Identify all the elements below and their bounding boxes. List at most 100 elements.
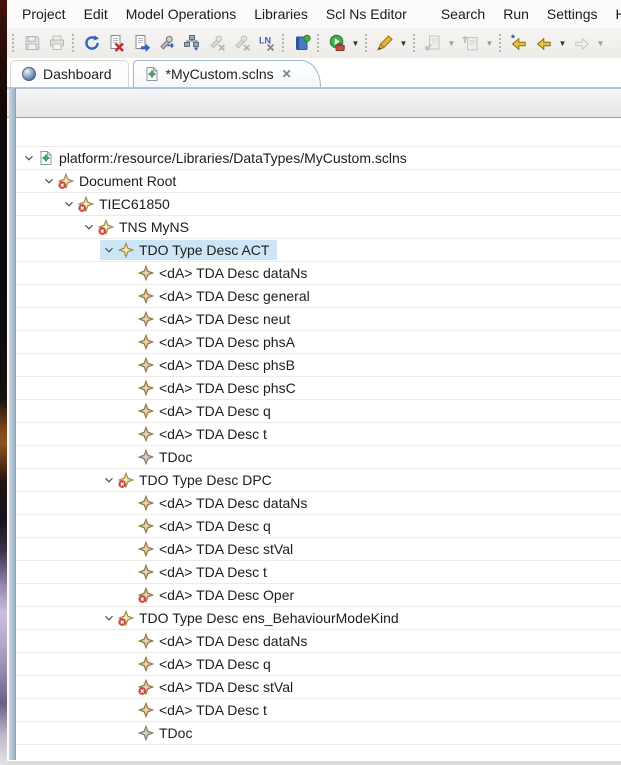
menu-item-project[interactable]: Project — [13, 6, 75, 22]
unload-file-button[interactable] — [104, 31, 129, 55]
tree-row[interactable]: TIEC61850 — [16, 193, 621, 216]
diamond-leaf-icon — [138, 334, 154, 350]
forward-button[interactable] — [569, 31, 594, 55]
update-tools-button[interactable] — [154, 31, 179, 55]
wrench-arrows-icon — [158, 34, 176, 52]
tree-row-label: <dA> TDA Desc q — [159, 403, 271, 419]
reload-button[interactable] — [79, 31, 104, 55]
print-button[interactable] — [44, 31, 69, 55]
menu-item-edit[interactable]: Edit — [75, 6, 117, 22]
tree-row-label: TNS MyNS — [119, 219, 189, 235]
chevron-placeholder — [120, 633, 138, 649]
tree-row[interactable]: TDoc — [16, 446, 621, 469]
tree-row[interactable]: <dA> TDA Desc dataNs — [16, 492, 621, 515]
tab-mycustom-sclns[interactable]: *MyCustom.sclns ✕ — [133, 60, 321, 87]
menu-bar: ProjectEditModel OperationsLibrariesScl … — [7, 0, 621, 28]
toolbar-separator — [71, 33, 75, 53]
menu-item-scl-ns-editor[interactable]: Scl Ns Editor — [317, 6, 416, 22]
close-icon[interactable]: ✕ — [282, 68, 292, 80]
run-button[interactable] — [324, 31, 349, 55]
chevron-placeholder — [120, 357, 138, 373]
tool-remove-button-2[interactable] — [229, 31, 254, 55]
tree-row[interactable]: <dA> TDA Desc stVal — [16, 538, 621, 561]
tab-dashboard[interactable]: Dashboard — [10, 60, 129, 87]
run-menu-arrow[interactable]: ▼ — [349, 31, 362, 55]
tree-row-inner: <dA> TDA Desc t — [120, 700, 275, 720]
tree-row[interactable]: <dA> TDA Desc t — [16, 423, 621, 446]
menu-item-help[interactable]: Help — [606, 6, 621, 22]
tree-row-label: TDO Type Desc ens_BehaviourModeKind — [139, 610, 399, 626]
diamond-leaf-icon-with-error-badge — [138, 679, 154, 695]
chevron-placeholder — [120, 702, 138, 718]
diamond-gray-icon — [138, 725, 154, 741]
marker-button[interactable] — [372, 31, 397, 55]
chevron-placeholder — [120, 587, 138, 603]
back-button[interactable] — [531, 31, 556, 55]
tree-row[interactable]: TDO Type Desc DPC — [16, 469, 621, 492]
ln-remove-button[interactable]: LN — [254, 31, 279, 55]
chevron-down-icon[interactable] — [100, 472, 118, 488]
file-remove-icon — [108, 34, 126, 52]
tree-row-inner: <dA> TDA Desc stVal — [120, 539, 301, 559]
tree-row[interactable]: TDO Type Desc ACT — [16, 239, 621, 262]
tree-row-label: TDoc — [159, 449, 192, 465]
tree-row[interactable]: <dA> TDA Desc general — [16, 285, 621, 308]
chevron-placeholder — [120, 495, 138, 511]
tree-row[interactable]: <dA> TDA Desc q — [16, 400, 621, 423]
tree-row[interactable]: <dA> TDA Desc q — [16, 653, 621, 676]
editor-edge-strip — [9, 88, 16, 760]
tree-row[interactable]: TDoc — [16, 722, 621, 745]
tree-row[interactable]: <dA> TDA Desc dataNs — [16, 262, 621, 285]
tree-row[interactable]: <dA> TDA Desc t — [16, 561, 621, 584]
checkout-menu-arrow[interactable]: ▼ — [483, 31, 496, 55]
diamond-leaf-icon — [138, 380, 154, 396]
marker-menu-arrow[interactable]: ▼ — [397, 31, 410, 55]
tree-row[interactable]: <dA> TDA Desc Oper — [16, 584, 621, 607]
tree-row[interactable]: <dA> TDA Desc dataNs — [16, 630, 621, 653]
tree-row[interactable]: TNS MyNS — [16, 216, 621, 239]
last-edit-location-button[interactable]: * — [506, 31, 531, 55]
tree-row[interactable]: <dA> TDA Desc neut — [16, 308, 621, 331]
tree-row[interactable]: TDO Type Desc ens_BehaviourModeKind — [16, 607, 621, 630]
save-button[interactable] — [19, 31, 44, 55]
checkin-menu-arrow[interactable]: ▼ — [445, 31, 458, 55]
diamond-leaf-icon — [138, 288, 154, 304]
tree-row[interactable]: <dA> TDA Desc phsA — [16, 331, 621, 354]
load-file-button[interactable] — [129, 31, 154, 55]
tool-remove-button-1[interactable] — [204, 31, 229, 55]
window-bottom-edge — [7, 761, 621, 765]
chevron-down-icon[interactable] — [80, 219, 98, 235]
menu-item-settings[interactable]: Settings — [538, 6, 607, 22]
chevron-down-icon[interactable] — [20, 150, 38, 166]
diamond-gray-icon — [138, 449, 154, 465]
library-button[interactable] — [289, 31, 314, 55]
chevron-down-icon[interactable] — [40, 173, 58, 189]
print-icon — [48, 34, 66, 52]
tree-row[interactable]: <dA> TDA Desc stVal — [16, 676, 621, 699]
tree-row-label: platform:/resource/Libraries/DataTypes/M… — [59, 150, 407, 166]
forward-menu-arrow[interactable]: ▼ — [594, 31, 607, 55]
toolbar-separator — [11, 33, 15, 53]
menu-item-search[interactable]: Search — [432, 6, 494, 22]
tree-row[interactable]: <dA> TDA Desc phsB — [16, 354, 621, 377]
chevron-down-icon[interactable] — [100, 242, 118, 258]
chevron-down-icon[interactable] — [60, 196, 78, 212]
tree-row[interactable]: <dA> TDA Desc t — [16, 699, 621, 722]
checkin-button[interactable] — [420, 31, 445, 55]
tree-row[interactable]: Document Root — [16, 170, 621, 193]
tree-row-selected-inner: TDO Type Desc ACT — [100, 240, 277, 260]
chevron-placeholder — [120, 518, 138, 534]
main-toolbar: LN ▼ ▼ ▼ ▼ * ▼ ▼ — [7, 28, 621, 58]
tree-row[interactable]: <dA> TDA Desc q — [16, 515, 621, 538]
checkout-button[interactable] — [458, 31, 483, 55]
menu-item-libraries[interactable]: Libraries — [245, 6, 317, 22]
menu-item-model-operations[interactable]: Model Operations — [117, 6, 246, 22]
diamond-icon-with-error-badge — [118, 610, 134, 626]
diamond-leaf-icon — [138, 265, 154, 281]
tree-row[interactable]: <dA> TDA Desc phsC — [16, 377, 621, 400]
hierarchy-button[interactable] — [179, 31, 204, 55]
back-menu-arrow[interactable]: ▼ — [556, 31, 569, 55]
chevron-down-icon[interactable] — [100, 610, 118, 626]
tree-row[interactable]: platform:/resource/Libraries/DataTypes/M… — [16, 147, 621, 170]
menu-item-run[interactable]: Run — [494, 6, 538, 22]
